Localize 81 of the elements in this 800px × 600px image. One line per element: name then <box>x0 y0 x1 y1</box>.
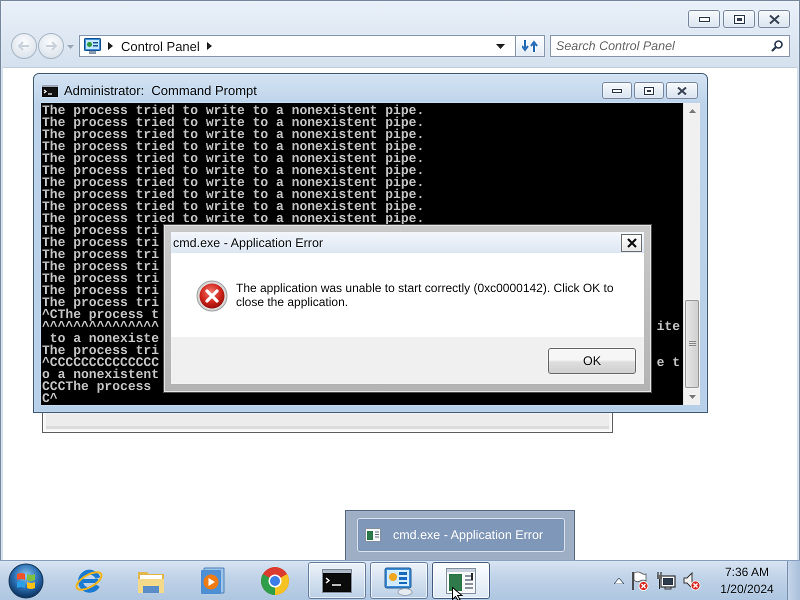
console-text: ite <box>656 321 680 333</box>
scrollbar[interactable] <box>683 103 700 405</box>
minimize-icon <box>612 88 622 92</box>
console-text: e t <box>656 357 680 369</box>
console-text: The process tried to write to a nonexistent pipe. <box>42 177 424 189</box>
network-icon[interactable] <box>656 570 676 590</box>
dropdown-caret-icon[interactable] <box>496 44 505 48</box>
taskbar-button[interactable] <box>432 562 490 599</box>
console-text: The process tried to write to a nonexistent pipe. <box>42 105 424 117</box>
speaker-icon[interactable] <box>683 570 701 590</box>
address-bar[interactable]: Control Panel <box>79 35 516 57</box>
console-text: The process tri <box>42 345 160 357</box>
control-panel-icon <box>84 38 101 54</box>
console-text: The process tri <box>42 285 160 297</box>
console-text: The process tried to write to a nonexistent pipe. <box>42 213 424 225</box>
console-text: The process tried to write to a nonexistent pipe. <box>42 117 424 129</box>
close-icon <box>768 14 780 24</box>
console-text: The process tried to write to a nonexistent pipe. <box>42 201 424 213</box>
console-text: to a nonexiste <box>50 333 160 345</box>
refresh-button[interactable] <box>516 35 545 57</box>
search-field[interactable]: Search Control Panel <box>550 35 790 57</box>
console-text: The process tri <box>42 261 160 273</box>
console-text: The process tried to write to a nonexistent pipe. <box>42 129 424 141</box>
taskbar-button[interactable] <box>308 562 366 599</box>
refresh-icon <box>522 39 538 53</box>
error-icon <box>196 280 228 312</box>
error-message: The application was unable to start correctly (0xc0000142). Click OK to close the application. <box>236 280 615 309</box>
search-icon[interactable] <box>771 40 783 52</box>
clock-date[interactable]: 1/20/2024 <box>720 580 774 598</box>
console-text: The process tri <box>42 273 160 285</box>
show-hidden-icons-icon[interactable] <box>614 578 624 584</box>
console-text: ^^^^^^^^^^^^^^^ <box>42 321 160 333</box>
close-icon <box>626 238 636 248</box>
clock-time[interactable]: 7:36 AM <box>724 564 770 580</box>
media-player-icon <box>200 566 226 594</box>
maximize-button[interactable] <box>723 10 755 28</box>
console-text: The process tri <box>42 297 160 309</box>
start-orb-icon[interactable] <box>8 562 44 598</box>
console-text: ^CCCCCCCCCCCCCC <box>42 357 160 369</box>
console-text: The process tried to write to a nonexistent pipe. <box>42 165 424 177</box>
scrollbar-thumb[interactable] <box>685 300 699 388</box>
close-button[interactable] <box>666 82 698 99</box>
console-text: C^ <box>42 393 58 405</box>
console-text: The process tri <box>42 225 160 237</box>
terminal-icon <box>42 84 58 96</box>
grip-icon <box>688 341 696 347</box>
taskbar-button[interactable] <box>370 562 428 599</box>
browser-icon <box>74 566 104 594</box>
terminal-icon <box>322 568 352 592</box>
console-text: o a nonexistent <box>42 369 160 381</box>
window-icon <box>365 528 381 542</box>
close-button[interactable] <box>758 10 790 28</box>
mouse-pointer-icon <box>452 587 463 600</box>
breadcrumb-link[interactable]: Control Panel <box>121 38 200 54</box>
restore-icon <box>644 86 654 94</box>
back-arrow-icon <box>18 41 30 51</box>
flag-icon[interactable] <box>631 570 649 590</box>
forward-arrow-icon <box>45 41 57 51</box>
chevron-right-icon[interactable] <box>206 42 212 50</box>
control-panel-icon <box>384 566 414 596</box>
window-title: Administrator: Command Prompt <box>64 83 257 98</box>
close-button[interactable] <box>621 234 642 252</box>
console-text: ^CThe process t <box>42 309 160 321</box>
close-icon <box>677 86 687 94</box>
minimize-icon <box>698 16 710 22</box>
minimize-button[interactable] <box>602 82 632 99</box>
restore-icon <box>734 14 744 24</box>
dialog-title: cmd.exe - Application Error <box>173 236 324 250</box>
window-icon <box>446 568 476 594</box>
console-text: The process tri <box>42 237 160 249</box>
ok-button[interactable]: OK <box>548 348 636 374</box>
chevron-right-icon[interactable] <box>108 42 113 50</box>
preview-title: cmd.exe - Application Error <box>393 528 544 542</box>
console-text: CCCThe process <box>42 381 152 393</box>
browser-icon <box>260 566 290 596</box>
console-text: The process tried to write to a nonexistent pipe. <box>42 153 424 165</box>
console-text: The process tri <box>42 249 160 261</box>
console-text: The process tried to write to a nonexistent pipe. <box>42 141 424 153</box>
maximize-button[interactable] <box>634 82 664 99</box>
console-text: The process tried to write to a nonexistent pipe. <box>42 189 424 201</box>
minimize-button[interactable] <box>688 10 720 28</box>
